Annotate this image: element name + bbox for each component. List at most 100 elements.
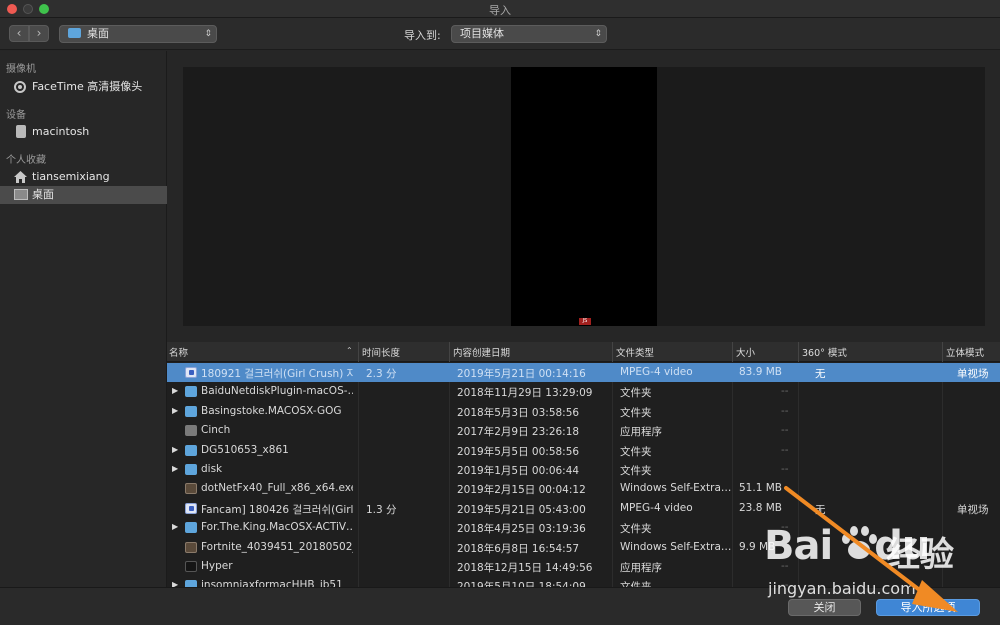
cell-creation-date: 2018年5月3日 03:58:56 [457,406,580,419]
video-frame [511,67,657,326]
cell-name: Cinch [201,424,231,437]
column-divider [732,342,733,362]
sidebar-item-label: tiansemixiang [32,170,110,183]
sidebar-item-facetime-camera[interactable]: FaceTime 高清摄像头 [0,78,167,96]
cell-creation-date: 2019年5月21日 00:14:16 [457,368,586,380]
cell-name: DG510653_x861 [201,443,289,456]
preview-marker: JS [579,318,591,325]
cell-size: -- [781,462,789,475]
cell-name: For.The.King.MacOSX-ACTiV… [201,521,353,534]
disclosure-triangle-icon[interactable]: ▶ [172,406,178,415]
cell-creation-date: 2019年1月5日 00:06:44 [457,464,580,477]
cell-file-type: Windows Self-Extra… [620,540,732,553]
sidebar-item-label: FaceTime 高清摄像头 [32,80,143,93]
destination-label: 项目媒体 [460,27,504,40]
cell-size: 23.8 MB [739,501,782,514]
sidebar-item-home[interactable]: tiansemixiang [0,168,167,186]
cell-size: -- [781,443,789,456]
sort-ascending-icon: ⌃ [346,346,353,355]
folder-icon [185,386,197,398]
cell-creation-date: 2019年5月21日 05:43:00 [457,503,586,516]
column-creation-date[interactable]: 内容创建日期 [453,345,510,359]
cell-name: Fortnite_4039451_20180502_… [201,540,353,553]
column-360-mode[interactable]: 360° 模式 [802,345,847,359]
cell-name: Fancam] 180426 걸크러쉬(Girl… [201,503,353,516]
import-to-label: 导入到: [404,29,441,42]
sidebar-item-macintosh[interactable]: macintosh [0,123,167,141]
sidebar-item-label: macintosh [32,125,90,138]
cell-file-type: 文件夹 [620,445,652,458]
column-divider [798,342,799,362]
column-name[interactable]: 名称 [169,345,188,359]
cell-file-type: MPEG-4 video [620,366,693,378]
column-header-row: 名称 ⌃ 时间长度 内容创建日期 文件类型 大小 360° 模式 立体模式 [167,342,1000,362]
desktop-icon [14,189,28,200]
cell-file-type: 文件夹 [620,406,652,419]
location-label: 桌面 [87,27,109,40]
folder-icon [185,444,197,456]
disclosure-triangle-icon[interactable]: ▶ [172,464,178,473]
column-stereo-mode[interactable]: 立体模式 [946,345,984,359]
cell-stereo-mode: 单视场 [957,368,989,380]
forward-button[interactable]: › [29,25,49,42]
cell-name: Hyper [201,559,233,572]
cell-creation-date: 2018年12月15日 14:49:56 [457,561,593,574]
cell-name: Basingstoke.MACOSX-GOG [201,404,342,417]
cell-name: disk [201,462,223,475]
column-divider [449,342,450,362]
sidebar-header-favorites: 个人收藏 [6,155,46,166]
file-row[interactable]: 180921 걸크러쉬(Girl Crush) 자… 2.3 分 2019年5月21… [167,363,1000,383]
file-row[interactable]: Cinch 2017年2月9日 23:26:18 应用程序 -- [167,421,1000,440]
disclosure-triangle-icon[interactable]: ▶ [172,522,178,531]
cell-duration: 1.3 分 [366,503,397,516]
toolbar: ‹ › 桌面 ⇕ 导入到: 项目媒体 ⇕ [0,18,1000,50]
column-file-type[interactable]: 文件类型 [616,345,654,359]
file-row[interactable]: ▶ Basingstoke.MACOSX-GOG 2018年5月3日 03:58:5… [167,402,1000,421]
cell-360-mode: 无 [815,368,826,380]
cell-creation-date: 2018年6月8日 16:54:57 [457,542,580,555]
destination-popup[interactable]: 项目媒体 ⇕ [451,25,607,43]
camera-icon [14,81,26,93]
cell-creation-date: 2018年4月25日 03:19:36 [457,523,586,536]
cell-creation-date: 2018年11月29日 13:29:09 [457,387,593,400]
cell-creation-date: 2017年2月9日 23:26:18 [457,426,580,439]
cell-creation-date: 2019年5月10日 18:54:09 [457,579,586,587]
folder-icon [185,463,197,475]
cell-size: -- [781,404,789,417]
home-icon [14,171,27,183]
column-divider [358,342,359,362]
cell-size: 51.1 MB [739,482,782,495]
column-divider [612,342,613,362]
chevron-left-icon: ‹ [16,26,22,40]
cell-file-type: 文件夹 [620,523,652,536]
updown-chevron-icon: ⇕ [204,29,212,39]
column-size[interactable]: 大小 [736,345,755,359]
cell-file-type: 文件夹 [620,579,652,587]
sidebar-item-desktop[interactable]: 桌面 [0,186,167,204]
back-button[interactable]: ‹ [9,25,29,42]
app-icon [185,425,197,437]
annotation-arrow [784,486,958,612]
cell-name: dotNetFx40_Full_x86_x64.exe [201,482,353,495]
disclosure-triangle-icon[interactable]: ▶ [172,386,178,395]
cell-name: insomniaxformacHHB_ib51 [201,579,343,587]
cell-file-type: MPEG-4 video [620,501,693,514]
exe-icon [185,541,197,553]
column-duration[interactable]: 时间长度 [362,345,400,359]
cell-file-type: 应用程序 [620,426,662,439]
cell-file-type: 文件夹 [620,464,652,477]
file-row[interactable]: ▶ disk 2019年1月5日 00:06:44 文件夹 -- [167,460,1000,479]
cell-file-type: 文件夹 [620,387,652,400]
sidebar-item-label: 桌面 [32,188,54,201]
media-preview: JS [183,67,985,326]
location-popup[interactable]: 桌面 ⇕ [59,25,217,43]
cell-size: 83.9 MB [739,366,782,378]
sidebar: 摄像机 FaceTime 高清摄像头 设备 macintosh 个人收藏 tia… [0,51,167,587]
file-row[interactable]: ▶ BaiduNetdiskPlugin-macOS-… 2018年11月29日 1… [167,382,1000,401]
video-icon [185,502,197,514]
file-row[interactable]: ▶ DG510653_x861 2019年5月5日 00:58:56 文件夹 -- [167,441,1000,460]
cell-name: 180921 걸크러쉬(Girl Crush) 자… [201,368,353,380]
disclosure-triangle-icon[interactable]: ▶ [172,580,178,587]
video-icon [185,367,197,378]
disclosure-triangle-icon[interactable]: ▶ [172,445,178,454]
